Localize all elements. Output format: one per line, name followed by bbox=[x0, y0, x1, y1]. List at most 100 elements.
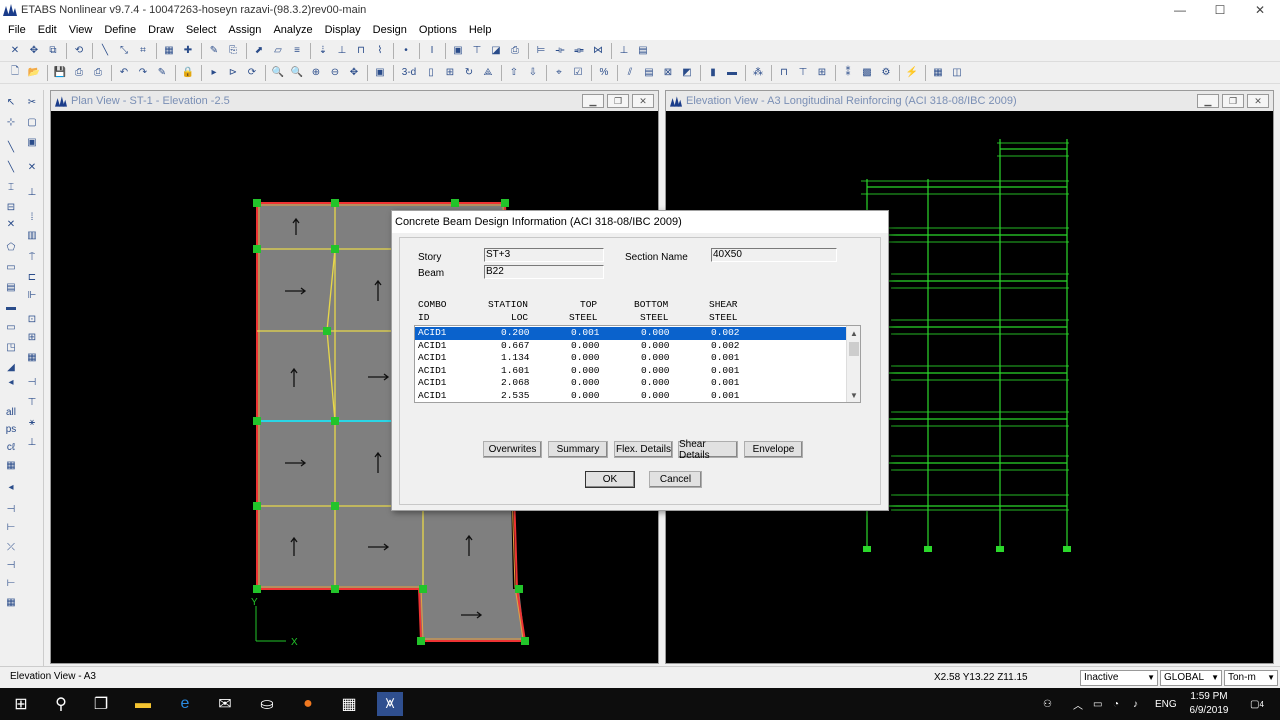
select-all-icon[interactable]: all bbox=[3, 405, 19, 419]
composite-design-icon[interactable]: ⊞ bbox=[813, 64, 831, 82]
joint[interactable] bbox=[451, 199, 459, 207]
story-field[interactable]: ST+3 bbox=[484, 248, 604, 262]
draw-opening-icon[interactable]: ⍑ bbox=[24, 250, 40, 264]
join-icon[interactable]: ⋈ bbox=[589, 42, 607, 60]
snap-icon[interactable]: ✚ bbox=[179, 42, 197, 60]
down-arrow-icon[interactable]: ⇩ bbox=[524, 64, 542, 82]
table-row[interactable]: ACID1 1.601 0.000 0.000 0.001 bbox=[415, 365, 847, 378]
list-scrollbar[interactable]: ▲ ▼ bbox=[846, 326, 860, 402]
align-icon[interactable]: ⊨ bbox=[532, 42, 550, 60]
envelope-button[interactable]: Envelope bbox=[744, 441, 803, 458]
section-icon[interactable]: ⊤ bbox=[468, 42, 486, 60]
draw-area-icon[interactable]: ▢ bbox=[24, 115, 40, 129]
spring-icon[interactable]: ⌇ bbox=[371, 42, 389, 60]
up-arrow-icon[interactable]: ⇧ bbox=[505, 64, 523, 82]
draw-tee-icon[interactable]: ⊣ bbox=[3, 558, 19, 572]
draw-line-icon[interactable]: ╲ bbox=[3, 140, 19, 154]
select-pointer-icon[interactable]: ✕ bbox=[6, 42, 24, 60]
snap-perpendicular-icon[interactable]: ⊥ bbox=[24, 435, 40, 449]
plan-view-icon[interactable]: ▯ bbox=[422, 64, 440, 82]
expand-arrow-icon[interactable]: ◂ bbox=[3, 480, 19, 494]
draw-deck-icon[interactable]: ▦ bbox=[24, 350, 40, 364]
table-row[interactable]: ACID1 1.134 0.000 0.000 0.001 bbox=[415, 352, 847, 365]
draw-developed-icon[interactable]: ⊞ bbox=[24, 330, 40, 344]
base-icon[interactable]: ⊥ bbox=[615, 42, 633, 60]
draw-dimension-icon[interactable]: ⊩ bbox=[24, 288, 40, 302]
snap-end-icon[interactable]: ⊣ bbox=[24, 375, 40, 389]
cancel-button[interactable]: Cancel bbox=[649, 471, 702, 488]
draw-grid-icon[interactable]: ▦ bbox=[3, 595, 19, 609]
volume-icon[interactable]: ♪ bbox=[1133, 688, 1138, 720]
draw-rect-area-icon[interactable]: ▭ bbox=[3, 260, 19, 274]
people-icon[interactable]: ⚇ bbox=[1043, 688, 1052, 720]
grid-icon[interactable]: ▦ bbox=[160, 42, 178, 60]
draw-grid-points-icon[interactable]: ⁞ bbox=[24, 210, 40, 224]
file-explorer-icon[interactable]: ▬ bbox=[130, 692, 156, 716]
minimize-button[interactable]: — bbox=[1160, 0, 1200, 20]
paste-icon[interactable]: ⎘ bbox=[224, 42, 242, 60]
draw-link-icon[interactable]: ⊏ bbox=[24, 270, 40, 284]
percent-icon[interactable]: % bbox=[595, 64, 613, 82]
concrete-design-icon[interactable]: ⁑ bbox=[839, 64, 857, 82]
draw-floor-icon[interactable]: ⬠ bbox=[3, 240, 19, 254]
new-file-icon[interactable]: 🗋 bbox=[6, 64, 24, 82]
draw-line-icon[interactable]: ╲ bbox=[96, 42, 114, 60]
joint[interactable] bbox=[253, 417, 261, 425]
beam-field[interactable]: B22 bbox=[484, 265, 604, 279]
draw-column-icon[interactable]: ⌶ bbox=[3, 180, 19, 194]
frame-design-icon[interactable]: ⊓ bbox=[775, 64, 793, 82]
extend-icon[interactable]: ⟛ bbox=[551, 42, 569, 60]
view-3d-icon[interactable]: 3-d bbox=[397, 64, 421, 82]
language-indicator[interactable]: ENG bbox=[1155, 688, 1177, 720]
perspective-icon[interactable]: ⟁ bbox=[479, 64, 497, 82]
menu-display[interactable]: Display bbox=[319, 24, 367, 36]
print-icon[interactable]: ⎙ bbox=[506, 42, 524, 60]
zoom-in-icon[interactable]: ⊕ bbox=[307, 64, 325, 82]
etabs-taskbar-icon[interactable]: ⩙ bbox=[377, 692, 403, 716]
notification-icon[interactable]: ▢ 4 bbox=[1250, 688, 1264, 720]
shear-details-button[interactable]: Shear Details bbox=[678, 439, 738, 461]
menu-view[interactable]: View bbox=[63, 24, 99, 36]
draw-end-icon[interactable]: ⊢ bbox=[3, 576, 19, 590]
menu-file[interactable]: File bbox=[2, 24, 32, 36]
joint[interactable] bbox=[323, 327, 331, 335]
refresh-view-icon[interactable]: ▣ bbox=[371, 64, 389, 82]
design-check-icon[interactable]: ⚙ bbox=[877, 64, 895, 82]
draw-beam-icon[interactable]: ⊥ bbox=[24, 185, 40, 199]
joint[interactable] bbox=[419, 585, 427, 593]
wall-design-icon[interactable]: ▩ bbox=[858, 64, 876, 82]
detailing-icon[interactable]: ▦ bbox=[929, 64, 947, 82]
check-icon[interactable]: ☑ bbox=[569, 64, 587, 82]
layers-icon[interactable]: ▣ bbox=[24, 135, 40, 149]
joint[interactable] bbox=[417, 637, 425, 645]
clear-selection-icon[interactable]: cℓ bbox=[3, 440, 19, 454]
rotate-icon[interactable]: ↻ bbox=[460, 64, 478, 82]
copy-icon[interactable]: ⧉ bbox=[44, 42, 62, 60]
minimize-icon[interactable]: ▁ bbox=[582, 94, 604, 108]
draw-null-area-icon[interactable]: ◢ bbox=[3, 360, 19, 374]
select-grid-icon[interactable]: ▦ bbox=[3, 458, 19, 472]
pencil-icon[interactable]: ✎ bbox=[153, 64, 171, 82]
mail-icon[interactable]: ✉ bbox=[212, 692, 238, 716]
joint[interactable] bbox=[331, 502, 339, 510]
menu-analyze[interactable]: Analyze bbox=[267, 24, 318, 36]
flex-details-button[interactable]: Flex. Details bbox=[614, 441, 673, 458]
layers-icon[interactable]: ≡ bbox=[288, 42, 306, 60]
object-shrink-icon[interactable]: ⌖ bbox=[550, 64, 568, 82]
menu-options[interactable]: Options bbox=[413, 24, 463, 36]
draw-secondary-beam-icon[interactable]: ⊟ bbox=[3, 200, 19, 214]
close-icon[interactable]: ✕ bbox=[1247, 94, 1269, 108]
print-setup-icon[interactable]: ⎙ bbox=[89, 64, 107, 82]
menu-assign[interactable]: Assign bbox=[222, 24, 267, 36]
overwrites-button[interactable]: Overwrites bbox=[483, 441, 542, 458]
coordinate-system-select[interactable]: GLOBAL ▼ bbox=[1160, 670, 1222, 686]
chart-icon[interactable]: ⬈ bbox=[250, 42, 268, 60]
draw-wall-run-icon[interactable]: ▬ bbox=[3, 300, 19, 314]
stress-icon[interactable]: ⁂ bbox=[749, 64, 767, 82]
network-icon[interactable]: ◔ bbox=[1113, 688, 1119, 720]
elevation-view-header[interactable]: Elevation View - A3 Longitudinal Reinfor… bbox=[666, 91, 1273, 111]
menu-design[interactable]: Design bbox=[367, 24, 413, 36]
joint[interactable] bbox=[521, 637, 529, 645]
menu-help[interactable]: Help bbox=[463, 24, 498, 36]
drawing-icon[interactable]: ◫ bbox=[948, 64, 966, 82]
